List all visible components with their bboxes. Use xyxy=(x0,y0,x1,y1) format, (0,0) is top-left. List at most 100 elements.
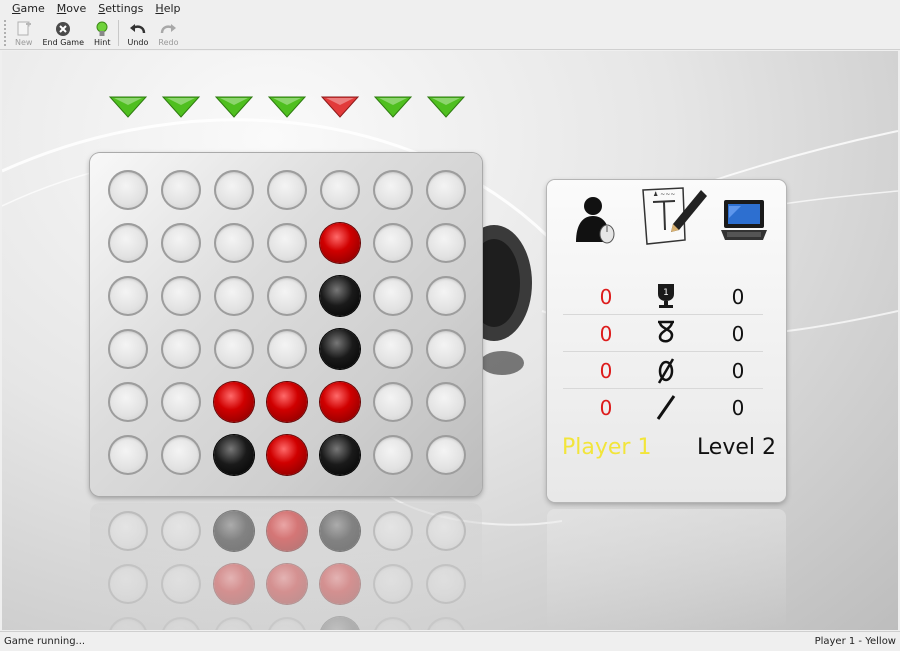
toolbar-grip[interactable] xyxy=(4,20,7,46)
down-arrow-icon xyxy=(108,96,148,118)
board-cell-reflection xyxy=(108,511,148,551)
board-cell-reflection xyxy=(161,617,201,630)
black-piece xyxy=(214,435,254,475)
board-cell[interactable] xyxy=(161,329,201,369)
board-cell-reflection xyxy=(426,511,466,551)
board-cell[interactable] xyxy=(214,276,254,316)
board-cell-reflection xyxy=(373,511,413,551)
redo-button[interactable]: Redo xyxy=(153,20,183,49)
red-piece xyxy=(214,382,254,422)
board-cell-reflection xyxy=(214,564,254,604)
down-arrow-icon xyxy=(161,96,201,118)
board-cell[interactable] xyxy=(214,329,254,369)
end-game-button-label: End Game xyxy=(42,38,85,47)
board-cell[interactable] xyxy=(161,276,201,316)
menu-move-label: ove xyxy=(66,2,87,15)
board-cell[interactable] xyxy=(373,329,413,369)
board-cell[interactable] xyxy=(108,170,148,210)
board-cell[interactable] xyxy=(373,435,413,475)
redo-icon xyxy=(159,20,177,38)
computer-player-icon xyxy=(719,196,769,247)
board-cell[interactable] xyxy=(108,329,148,369)
toolbar: New End Game Hint Undo Redo xyxy=(0,17,900,50)
toolbar-separator xyxy=(118,20,120,46)
end-game-icon xyxy=(55,20,71,38)
down-arrow-icon xyxy=(426,96,466,118)
board-cell[interactable] xyxy=(108,435,148,475)
game-area: ♟ ~~~ 010000000 Player 1 Level 2 Player … xyxy=(2,51,898,630)
redo-button-label: Redo xyxy=(158,38,179,47)
board-cell[interactable] xyxy=(373,170,413,210)
menu-help[interactable]: Help xyxy=(149,2,186,15)
board-cell[interactable] xyxy=(108,382,148,422)
menu-game-label: ame xyxy=(20,2,45,15)
board-cell[interactable] xyxy=(214,170,254,210)
board-cell[interactable] xyxy=(373,276,413,316)
loss-icon xyxy=(653,319,679,347)
board-cell[interactable] xyxy=(426,223,466,263)
board-cell[interactable] xyxy=(161,170,201,210)
menu-game-accel: G xyxy=(12,2,21,15)
board-cell[interactable] xyxy=(161,382,201,422)
board-cell[interactable] xyxy=(426,435,466,475)
board-cell[interactable] xyxy=(267,170,307,210)
board-cell[interactable] xyxy=(161,435,201,475)
column-drop-arrow[interactable] xyxy=(267,95,307,119)
board-cell[interactable] xyxy=(108,223,148,263)
column-drop-arrow[interactable] xyxy=(426,95,466,119)
player2-stat: 0 xyxy=(731,359,745,383)
menu-help-accel: H xyxy=(155,2,164,15)
end-game-button[interactable]: End Game xyxy=(37,20,89,49)
board-cell[interactable] xyxy=(426,382,466,422)
board-cell-reflection xyxy=(161,564,201,604)
red-piece xyxy=(320,223,360,263)
column-drop-arrow[interactable] xyxy=(108,95,148,119)
board-cell[interactable] xyxy=(214,223,254,263)
new-button-label: New xyxy=(15,38,33,47)
menu-settings[interactable]: Settings xyxy=(92,2,149,15)
score-panel-reflection: Player 1 Level 2 xyxy=(547,509,786,630)
board-cell[interactable] xyxy=(161,223,201,263)
current-player-label: Player 1 xyxy=(562,435,652,460)
column-drop-arrow[interactable] xyxy=(373,95,413,119)
board-cell-reflection xyxy=(320,564,360,604)
stat-row: 00 xyxy=(563,390,763,426)
board-cell[interactable] xyxy=(267,329,307,369)
svg-text:♟ ~~~: ♟ ~~~ xyxy=(653,191,675,198)
board-cell[interactable] xyxy=(426,329,466,369)
player2-stat: 0 xyxy=(731,322,745,346)
undo-button[interactable]: Undo xyxy=(122,20,153,49)
board-cell-reflection xyxy=(373,617,413,630)
difficulty-level-label: Level 2 xyxy=(696,435,776,460)
board-cell[interactable] xyxy=(426,170,466,210)
human-player-icon xyxy=(571,196,621,247)
trophy-icon: 1 xyxy=(653,282,679,310)
menu-game[interactable]: Game xyxy=(6,2,51,15)
board-cell[interactable] xyxy=(320,170,360,210)
board-cell[interactable] xyxy=(373,382,413,422)
player1-stat: 0 xyxy=(599,322,613,346)
board-cell[interactable] xyxy=(267,223,307,263)
lightbulb-icon xyxy=(95,20,109,38)
column-drop-arrow[interactable] xyxy=(214,95,254,119)
board-cell-reflection xyxy=(214,511,254,551)
board-cell[interactable] xyxy=(108,276,148,316)
new-game-icon xyxy=(16,20,32,38)
player1-stat: 0 xyxy=(599,285,613,309)
menu-move[interactable]: Move xyxy=(51,2,93,15)
board-cell-reflection xyxy=(108,564,148,604)
board-cell-reflection xyxy=(320,511,360,551)
game-board[interactable] xyxy=(90,153,482,496)
board-cell-reflection xyxy=(267,511,307,551)
board-cell-reflection xyxy=(108,617,148,630)
undo-button-label: Undo xyxy=(127,38,149,47)
column-drop-arrow[interactable] xyxy=(161,95,201,119)
hint-button-label: Hint xyxy=(94,38,111,47)
board-cell[interactable] xyxy=(373,223,413,263)
hint-button[interactable]: Hint xyxy=(89,20,115,49)
column-drop-arrow[interactable] xyxy=(320,95,360,119)
board-cell[interactable] xyxy=(267,276,307,316)
board-cell[interactable] xyxy=(426,276,466,316)
new-button[interactable]: New xyxy=(10,20,37,49)
svg-text:1: 1 xyxy=(663,288,669,298)
